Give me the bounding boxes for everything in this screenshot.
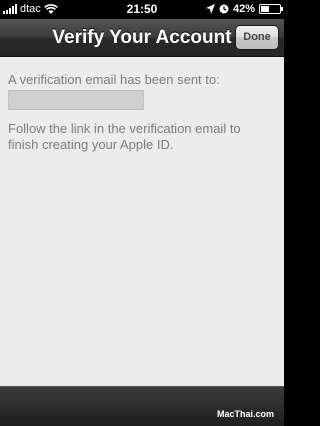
verification-sent-label: A verification email has been sent to: <box>8 72 220 87</box>
bottom-toolbar: MacThai.com <box>0 386 284 426</box>
verification-instructions: Follow the link in the verification emai… <box>8 121 241 152</box>
status-right-group: 42% <box>205 3 283 15</box>
content-area: A verification email has been sent to: F… <box>0 57 284 386</box>
battery-icon <box>259 4 283 14</box>
location-icon <box>205 4 215 14</box>
watermark-text: MacThai.com <box>216 409 274 419</box>
alarm-icon <box>219 4 229 14</box>
nav-bar: Verify Your Account Done <box>0 19 284 57</box>
done-button[interactable]: Done <box>235 25 279 50</box>
battery-percent: 42% <box>232 3 255 15</box>
battery-fill <box>261 6 269 12</box>
status-bar: dtac 21:50 42% <box>0 0 284 19</box>
email-address-field <box>8 90 144 110</box>
